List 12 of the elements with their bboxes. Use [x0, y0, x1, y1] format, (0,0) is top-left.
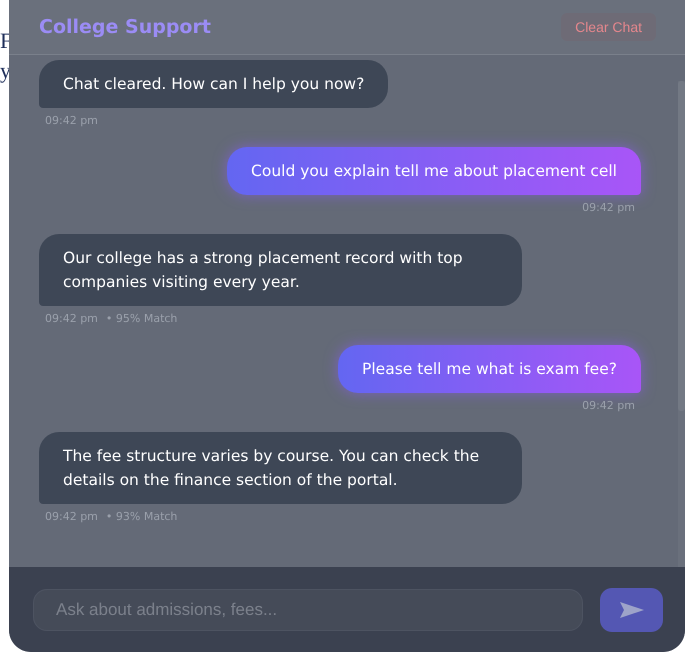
timestamp: 09:42 pm: [582, 399, 635, 412]
send-icon: [618, 600, 644, 618]
chat-title: College Support: [39, 16, 211, 38]
timestamp: 09:42 pm: [582, 201, 635, 214]
scrollbar[interactable]: [678, 81, 685, 567]
bot-message: The fee structure varies by course. You can check the details on the finance section of the portal.: [39, 432, 522, 504]
send-button[interactable]: [600, 588, 663, 632]
user-message: Could you explain tell me about placement cell: [227, 147, 641, 195]
user-message: Please tell me what is exam fee?: [338, 345, 641, 393]
bot-message: Our college has a strong placement record with top companies visiting every year.: [39, 234, 522, 306]
bot-message: Chat cleared. How can I help you now?: [39, 60, 388, 108]
clear-chat-button[interactable]: Clear Chat: [561, 13, 656, 41]
